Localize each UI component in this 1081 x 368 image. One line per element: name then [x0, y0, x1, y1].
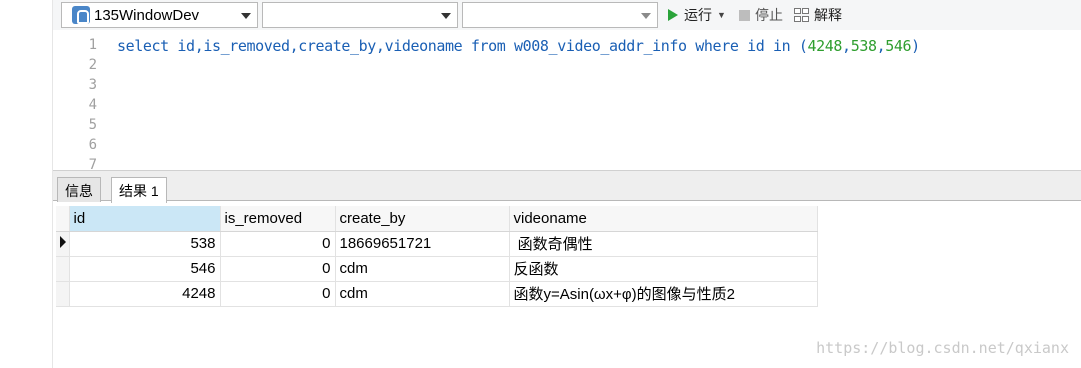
connection-value: 135WindowDev [94, 7, 200, 24]
sql-number: 538 [850, 37, 877, 55]
database-select[interactable] [262, 2, 458, 28]
connection-select[interactable]: 135WindowDev [61, 2, 258, 28]
row-indicator[interactable] [56, 281, 70, 307]
stop-label: 停止 [755, 7, 783, 23]
chevron-down-icon[interactable] [441, 13, 451, 19]
cell-is-removed[interactable]: 0 [220, 231, 336, 257]
cell-videoname[interactable]: 函数奇偶性 [509, 231, 818, 257]
play-icon [668, 9, 678, 21]
tab-info[interactable]: 信息 [57, 177, 101, 202]
line-number-gutter: 1 2 3 4 5 6 7 [53, 32, 100, 170]
grid-corner [56, 206, 70, 232]
sql-punctuation: ) [911, 37, 920, 55]
line-number: 2 [88, 57, 97, 73]
sql-identifier: id,is_removed,create_by,videoname [168, 37, 471, 55]
query-toolbar: 135WindowDev 运行 ▼ 停止 解释 [53, 0, 1081, 30]
left-panel-strip [0, 0, 53, 368]
run-label: 运行 [684, 7, 712, 23]
tab-result-1[interactable]: 结果 1 [111, 177, 167, 203]
sql-number: 546 [885, 37, 912, 55]
table-row[interactable]: 538 0 18669651721 函数奇偶性 [56, 231, 818, 257]
row-indicator[interactable] [56, 256, 70, 282]
column-header-videoname[interactable]: videoname [509, 206, 818, 232]
explain-label: 解释 [814, 7, 842, 23]
sql-keyword: where [695, 37, 739, 55]
line-number: 1 [88, 37, 97, 53]
cell-is-removed[interactable]: 0 [220, 256, 336, 282]
sql-editor[interactable]: 1 2 3 4 5 6 7 select id,is_removed,creat… [53, 32, 1081, 170]
connection-icon [72, 6, 90, 24]
sql-punctuation: , [842, 37, 851, 55]
column-header-is-removed[interactable]: is_removed [220, 206, 336, 232]
sql-keyword: in [772, 37, 791, 55]
cell-create-by[interactable]: cdm [335, 281, 510, 307]
cell-is-removed[interactable]: 0 [220, 281, 336, 307]
sql-number: 4248 [807, 37, 843, 55]
row-indicator[interactable] [56, 231, 70, 257]
result-grid: id is_removed create_by videoname 538 0 … [56, 206, 818, 307]
column-header-id[interactable]: id [69, 206, 221, 232]
cell-videoname[interactable]: 反函数 [509, 256, 818, 282]
line-number: 7 [88, 157, 97, 170]
cell-create-by[interactable]: 18669651721 [335, 231, 510, 257]
cell-videoname[interactable]: 函数y=Asin(ωx+φ)的图像与性质2 [509, 281, 818, 307]
grid-header-row: id is_removed create_by videoname [56, 206, 818, 232]
schema-select[interactable] [462, 2, 658, 28]
table-row[interactable]: 546 0 cdm 反函数 [56, 256, 818, 282]
current-row-arrow-icon [60, 236, 66, 248]
watermark-url: https://blog.csdn.net/qxianx [816, 339, 1069, 357]
line-number: 4 [88, 97, 97, 113]
sql-identifier: w008_video_addr_info [505, 37, 696, 55]
sql-keyword: from [470, 37, 506, 55]
table-row[interactable]: 4248 0 cdm 函数y=Asin(ωx+φ)的图像与性质2 [56, 281, 818, 307]
column-header-create-by[interactable]: create_by [335, 206, 510, 232]
run-button[interactable]: 运行 ▼ [668, 5, 726, 25]
sql-punctuation: , [876, 37, 886, 55]
sql-keyword: select [117, 37, 169, 55]
sql-identifier: id [738, 37, 773, 55]
cell-create-by[interactable]: cdm [335, 256, 510, 282]
line-number: 3 [88, 77, 97, 93]
explain-button[interactable]: 解释 [794, 5, 842, 25]
result-tabs: 信息 结果 1 [53, 170, 1081, 203]
stop-button[interactable]: 停止 [739, 5, 783, 25]
cell-id[interactable]: 538 [69, 231, 221, 257]
sql-query-line[interactable]: select id,is_removed,create_by,videoname… [117, 37, 920, 55]
line-number: 5 [88, 117, 97, 133]
explain-icon [794, 7, 810, 23]
chevron-down-icon[interactable] [241, 13, 251, 19]
stop-icon [739, 9, 750, 21]
line-number: 6 [88, 137, 97, 153]
run-dropdown-icon[interactable]: ▼ [717, 10, 726, 20]
cell-id[interactable]: 546 [69, 256, 221, 282]
cell-id[interactable]: 4248 [69, 281, 221, 307]
chevron-down-icon[interactable] [641, 13, 651, 19]
sql-punctuation: ( [790, 37, 808, 55]
